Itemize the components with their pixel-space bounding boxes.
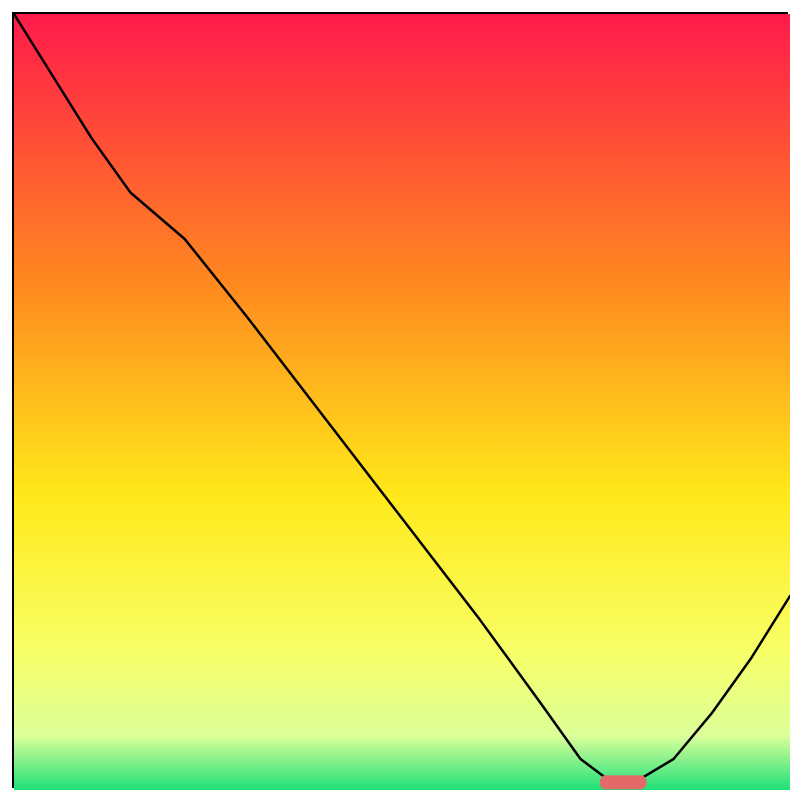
bottleneck-chart <box>14 14 790 790</box>
gradient-background <box>14 14 790 790</box>
plot-frame: TheBottlenecker.com <box>12 12 788 788</box>
optimal-marker <box>600 775 647 789</box>
